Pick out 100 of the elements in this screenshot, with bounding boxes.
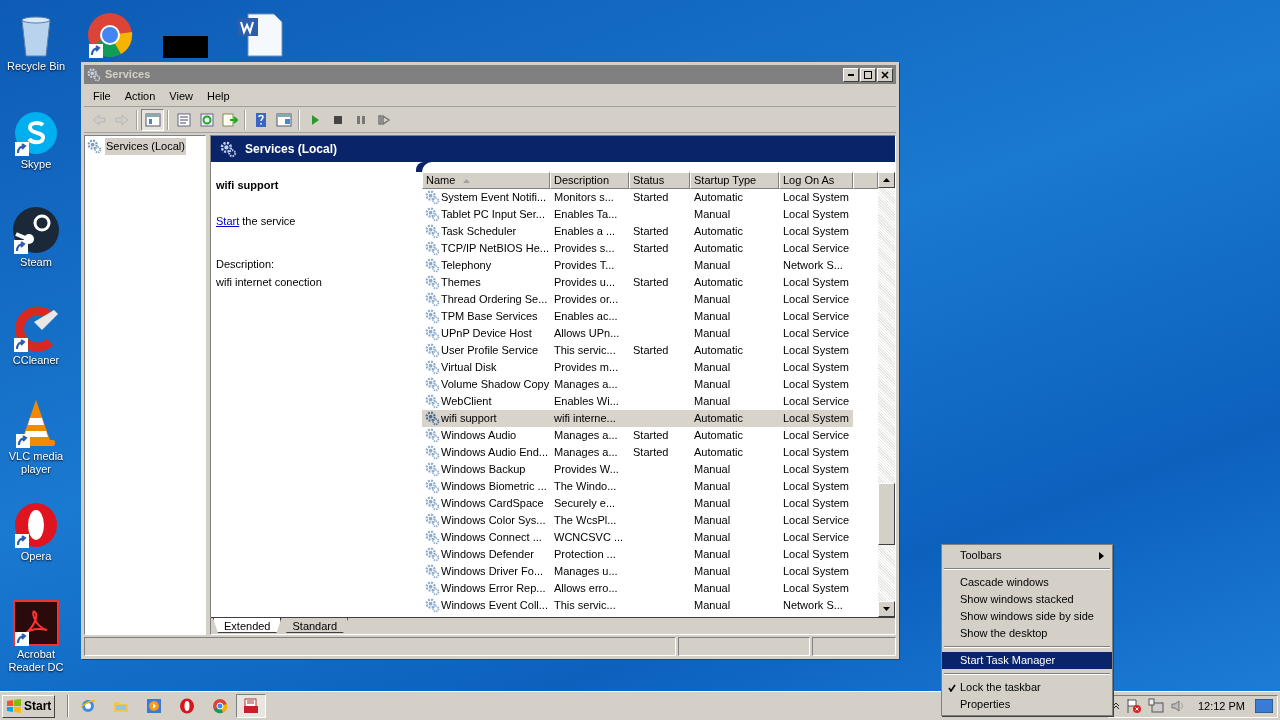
gear-icon [425,326,440,341]
desktop-icon-label[interactable]: Steam [20,256,52,269]
scroll-thumb[interactable] [878,483,895,545]
gear-icon [425,343,440,358]
table-row[interactable]: Windows Color Sys... The WcsPl... Manual Local Service [422,512,853,529]
start-button[interactable]: Start [2,694,56,718]
menu-item[interactable]: Action [117,87,163,105]
table-cell-text: WCNCSVC ... [554,530,624,546]
browser-e-icon [79,698,96,714]
table-cell-text: wifi support [441,411,497,427]
table-cell-text: Automatic [694,428,743,444]
table-row[interactable]: wifi support wifi interne... Automatic Local System [422,410,853,427]
table-row[interactable]: Windows Connect ... WCNCSVC ... Manual Local Service [422,529,853,546]
shortcut-arrow-icon [16,434,30,448]
table-row[interactable]: Windows CardSpace Securely e... Manual Local System [422,495,853,512]
menu-item[interactable]: Help [199,87,237,105]
table-row[interactable]: Virtual Disk Provides m... Manual Local System [422,359,853,376]
table-cell-text: wifi interne... [554,411,616,427]
gear-icon [425,360,440,375]
table-cell-text: Manual [694,530,731,546]
column-header[interactable]: Startup Type [690,172,779,189]
menu-item[interactable]: Cascade windows [942,574,1112,591]
gear-icon [425,411,440,426]
table-cell-text: Manual [694,479,731,495]
table-row[interactable]: Windows Audio Manages a... Started Automatic Local Service [422,427,853,444]
tree-item[interactable]: Services (Local) [105,138,186,155]
table-row[interactable]: Windows Event Coll... This servic... Manual Network S... [422,597,853,614]
table-row[interactable]: Tablet PC Input Ser... Enables Ta... Manual Local System [422,206,853,223]
table-row[interactable]: Windows Defender Protection ... Manual Local System [422,546,853,563]
minimize-button[interactable] [843,67,859,82]
menu-item[interactable]: Toolbars [942,547,1112,564]
menu-item[interactable]: Show windows stacked [942,591,1112,608]
table-row[interactable]: Windows Error Rep... Allows erro... Manual Local System [422,580,853,597]
media-player-icon [145,698,162,714]
table-row[interactable]: Thread Ordering Se... Provides or... Manual Local Service [422,291,853,308]
column-header[interactable]: Description [550,172,629,189]
menu-item[interactable]: Lock the taskbar [942,679,1112,696]
column-header[interactable]: Name [422,172,550,189]
table-cell-text: Local System [783,343,850,359]
table-cell-text: Windows Backup [441,462,526,478]
table-cell-text: Local Service [783,394,850,410]
gear-icon [425,547,440,562]
gear-icon [425,598,440,613]
close-button[interactable] [877,67,893,82]
tab[interactable]: Extended [213,618,282,633]
table-row[interactable]: Windows Biometric ... The Windo... Manual Local System [422,478,853,495]
menu-item[interactable]: Properties [942,696,1112,713]
console-tree-button[interactable] [141,108,164,131]
table-row[interactable]: System Event Notifi... Monitors s... Started Automatic Local System [422,189,853,206]
table-cell-text: Enables a ... [554,224,616,240]
table-row[interactable]: Windows Driver Fo... Manages u... Manual Local System [422,563,853,580]
menu-item[interactable]: View [162,87,200,105]
menu-item[interactable]: Show the desktop [942,625,1112,642]
table-row[interactable]: Windows Backup Provides W... Manual Local System [422,461,853,478]
maximize-button[interactable] [860,67,876,82]
table-cell-text: Automatic [694,445,743,461]
table-row[interactable]: TPM Base Services Enables ac... Manual Local Service [422,308,853,325]
network-icon[interactable] [1147,698,1164,714]
column-header[interactable]: Status [629,172,690,189]
flag-warning-icon[interactable] [1125,698,1142,714]
table-row[interactable]: Themes Provides u... Started Automatic Local System [422,274,853,291]
table-row[interactable]: Telephony Provides T... Manual Network S... [422,257,853,274]
table-cell-text: Local System [783,190,850,206]
menu-item[interactable]: Start Task Manager [942,652,1112,669]
speaker-icon[interactable] [1169,698,1186,714]
desktop-icon-label[interactable]: CCleaner [12,354,60,367]
gear-icon [425,275,440,290]
table-cell-text: Windows Biometric ... [441,479,547,495]
column-header[interactable]: Log On As [779,172,853,189]
table-row[interactable]: WebClient Enables Wi... Manual Local Service [422,393,853,410]
table-cell-text: Manual [694,394,731,410]
table-row[interactable]: User Profile Service This servic... Started Automatic Local System [422,342,853,359]
taskbar-button[interactable] [236,694,267,718]
start-link[interactable]: Start [216,214,240,227]
menu-item[interactable]: Show windows side by side [942,608,1112,625]
table-row[interactable]: Windows Audio End... Manages a... Started Automatic Local System [422,444,853,461]
desktop-icon-label[interactable]: Opera [20,550,52,563]
table-cell-text: Provides or... [554,292,619,308]
table-row[interactable]: TCP/IP NetBIOS He... Provides s... Started Automatic Local Service [422,240,853,257]
table-cell-text: Local Service [783,292,850,308]
desktop-icon-label[interactable]: Recycle Bin [6,60,66,73]
desktop-icon-label[interactable]: VLC media player [6,450,66,476]
tab[interactable]: Standard [281,618,349,633]
table-row[interactable]: UPnP Device Host Allows UPn... Manual Local Service [422,325,853,342]
skype-icon [13,110,59,156]
menu-item[interactable]: File [86,87,118,105]
table-row[interactable]: Task Scheduler Enables a ... Started Automatic Local System [422,223,853,240]
column-header[interactable] [853,172,878,189]
table-cell-text: Automatic [694,241,743,257]
desktop-icon-label[interactable]: Skype [20,158,52,171]
scroll-up-button[interactable] [878,172,895,188]
table-cell-text: TPM Base Services [441,309,538,325]
gear-icon [87,138,102,154]
table-cell-text: Network S... [783,598,843,614]
table-cell-text: TCP/IP NetBIOS He... [441,241,549,257]
desktop-icon-label[interactable]: Acrobat Reader DC [4,648,68,674]
table-cell-text: Windows Color Sys... [441,513,546,529]
table-row[interactable]: Volume Shadow Copy Manages a... Manual Local System [422,376,853,393]
clock[interactable]: 12:12 PM [1197,697,1245,715]
scroll-down-button[interactable] [878,601,895,617]
